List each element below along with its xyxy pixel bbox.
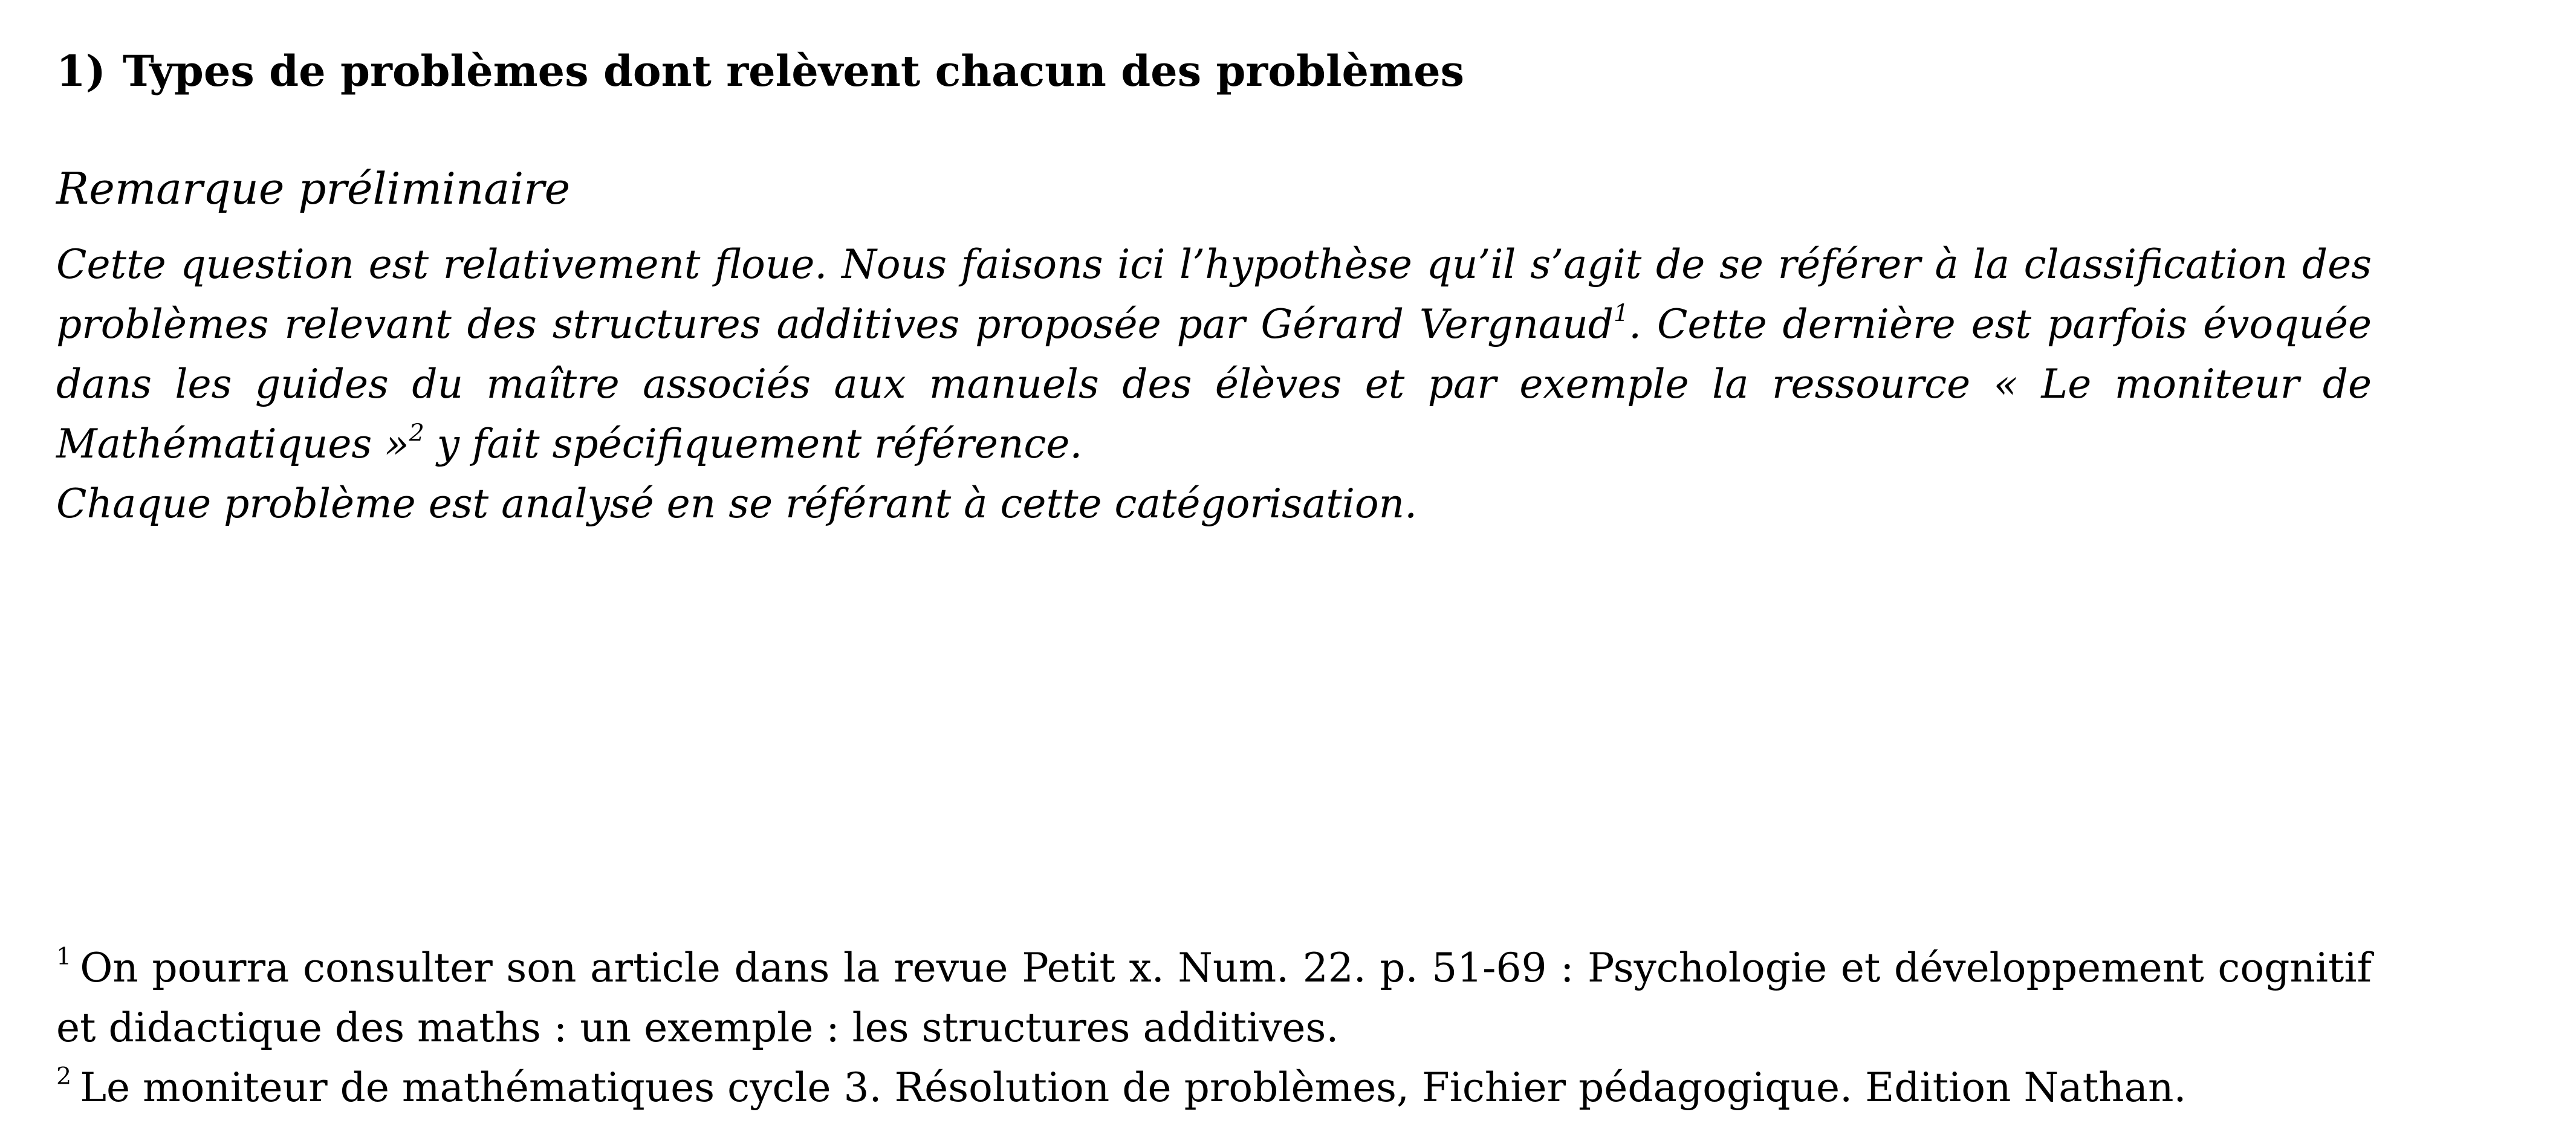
remark-paragraph-2: Chaque problème est analysé en se référa… <box>56 480 1418 527</box>
footnote-mark-1: 1 <box>56 943 72 971</box>
section-number: 1) <box>56 46 106 96</box>
footnote-text-2: Le moniteur de mathématiques cycle 3. Ré… <box>80 1064 2187 1111</box>
footnote-1: 1 On pourra consulter son article dans la… <box>56 938 2372 1058</box>
footnote-2: 2 Le moniteur de mathématiques cycle 3. R… <box>56 1058 2372 1117</box>
section-heading: 1) Types de problèmes dont relèvent chacu… <box>56 41 1464 102</box>
footnote-reference-1[interactable]: 1 <box>1614 299 1629 327</box>
footnotes: 1 On pourra consulter son article dans la… <box>56 938 2372 1117</box>
section-title: Types de problèmes dont relèvent chacun … <box>122 46 1465 96</box>
remark-title: Remarque préliminaire <box>56 163 571 214</box>
remark-body: Cette question est relativement floue. N… <box>56 234 2372 534</box>
remark-paragraph-1: Cette question est relativement floue. N… <box>56 234 2372 474</box>
footnote-mark-2: 2 <box>56 1062 72 1091</box>
remark-text-part-3: y fait spécifiquement référence. <box>424 421 1083 467</box>
footnote-text-1: On pourra consulter son article dans la … <box>56 945 2372 1051</box>
document-page: 1) Types de problèmes dont relèvent chacu… <box>0 0 2576 1132</box>
footnote-reference-2[interactable]: 2 <box>409 419 424 447</box>
